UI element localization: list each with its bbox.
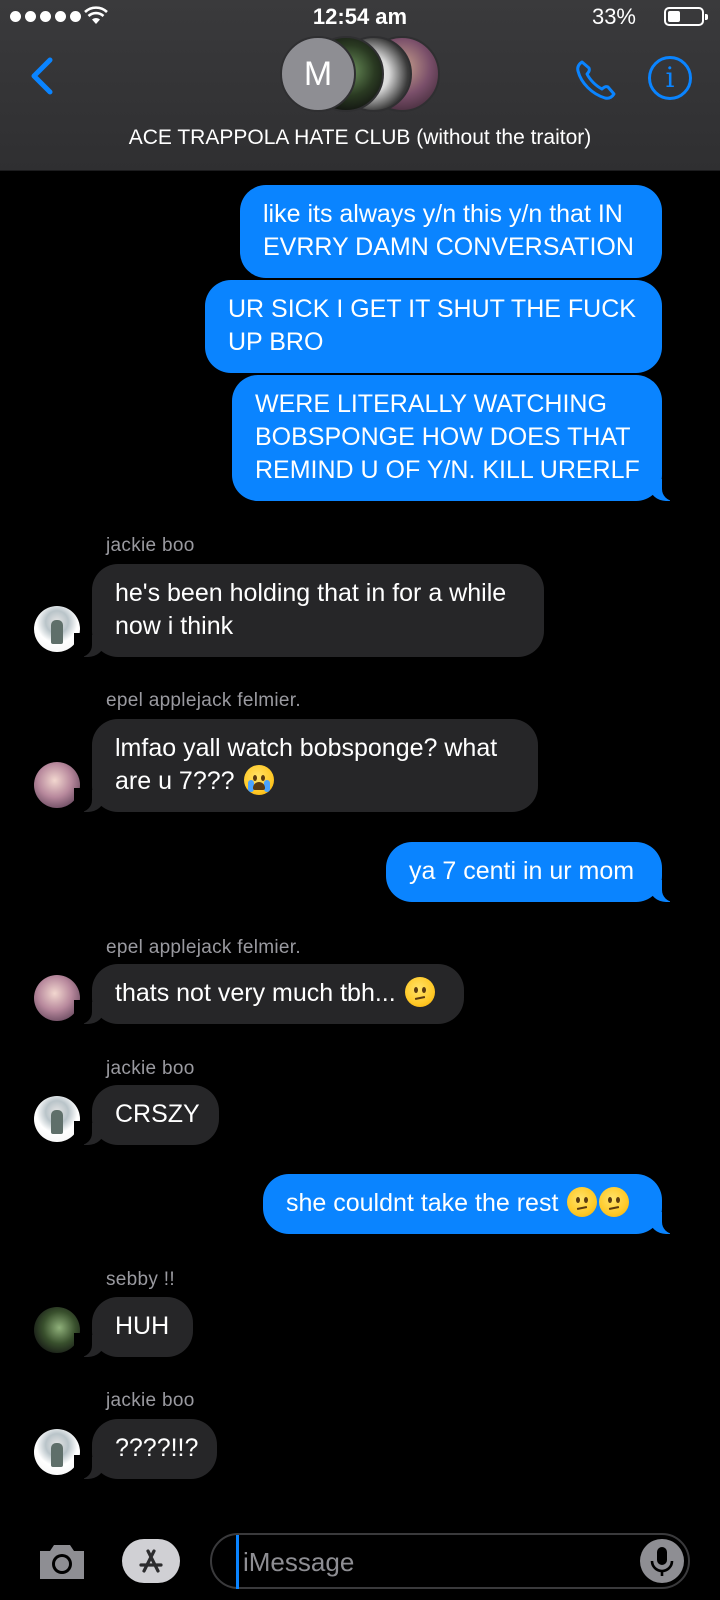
- message-text: she couldnt take the rest: [286, 1189, 559, 1217]
- confused-face-icon: [599, 1187, 630, 1217]
- info-button[interactable]: i: [648, 56, 692, 100]
- incoming-message[interactable]: HUH: [74, 1297, 193, 1357]
- incoming-message[interactable]: ????!!?: [74, 1419, 217, 1479]
- sender-name: sebby !!: [106, 1269, 175, 1290]
- message-input[interactable]: [236, 1535, 625, 1589]
- outgoing-message[interactable]: WERE LITERALLY WATCHING BOBSPONGE HOW DO…: [232, 375, 680, 501]
- sender-name: jackie boo: [106, 1390, 195, 1411]
- outgoing-message[interactable]: she couldnt take the rest: [263, 1174, 680, 1234]
- group-name[interactable]: ACE TRAPPOLA HATE CLUB (without the trai…: [0, 126, 720, 150]
- incoming-message[interactable]: thats not very much tbh...: [74, 964, 464, 1024]
- sender-name: jackie boo: [106, 535, 195, 556]
- incoming-message[interactable]: he's been holding that in for a while no…: [74, 564, 544, 657]
- sender-name: jackie boo: [106, 1058, 195, 1079]
- message-text: lmfao yall watch bobsponge? what are u 7…: [115, 734, 498, 795]
- confused-face-icon: [404, 977, 435, 1007]
- status-bar: 12:54 am 33%: [0, 0, 720, 34]
- sender-name: epel applejack felmier.: [106, 937, 301, 958]
- group-member-avatar-initial: M: [280, 36, 356, 112]
- message-input-field[interactable]: [210, 1533, 690, 1589]
- microphone-button[interactable]: [640, 1539, 684, 1583]
- back-button[interactable]: [24, 54, 64, 98]
- battery-icon: [664, 7, 708, 26]
- confused-face-icon: [567, 1187, 598, 1217]
- group-avatars[interactable]: M: [280, 36, 440, 112]
- loudly-crying-face-icon: [243, 765, 274, 795]
- app-store-button[interactable]: [122, 1539, 180, 1583]
- message-text: thats not very much tbh...: [115, 979, 396, 1007]
- sender-name: epel applejack felmier.: [106, 690, 301, 711]
- message-thread[interactable]: like its always y/n this y/n that IN EVR…: [0, 170, 720, 1515]
- battery-percentage: 33%: [591, 4, 636, 29]
- phone-call-button[interactable]: [572, 56, 620, 104]
- conversation-header: 12:54 am 33% M i ACE TRAPPOLA HATE CLUB …: [0, 0, 720, 171]
- incoming-message[interactable]: CRSZY: [74, 1085, 219, 1145]
- outgoing-message[interactable]: UR SICK I GET IT SHUT THE FUCK UP BRO: [205, 280, 662, 373]
- outgoing-message[interactable]: ya 7 centi in ur mom: [386, 842, 680, 902]
- outgoing-message[interactable]: like its always y/n this y/n that IN EVR…: [240, 185, 662, 278]
- camera-button[interactable]: [36, 1539, 88, 1583]
- incoming-message[interactable]: lmfao yall watch bobsponge? what are u 7…: [74, 719, 538, 812]
- compose-bar: [0, 1515, 720, 1600]
